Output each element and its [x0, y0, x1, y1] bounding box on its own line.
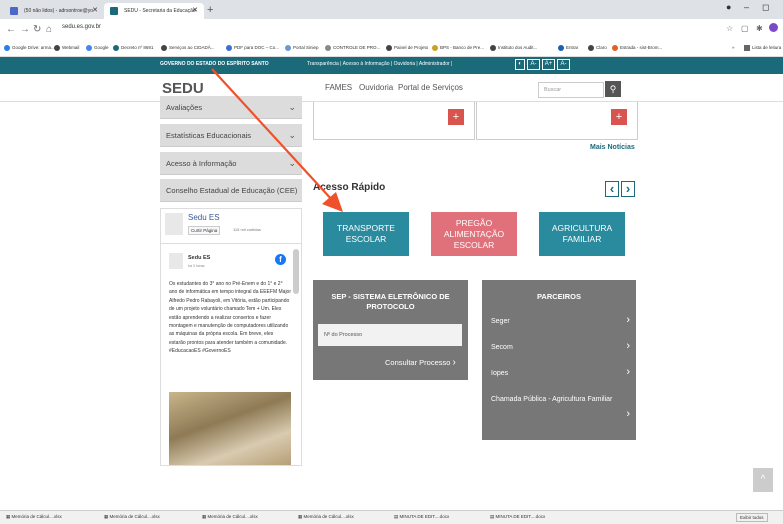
downloads-bar: ▦ Memória de Cálcul....xlsx ▦ Memória de…: [0, 510, 783, 524]
annotation-arrow: [211, 68, 343, 212]
download-item[interactable]: ▦ Memória de Cálcul....xlsx: [6, 514, 62, 520]
arrow-head: [322, 192, 343, 212]
download-item[interactable]: ▤ MINUTA DE EDIT....docx: [490, 514, 545, 520]
download-item[interactable]: ▦ Memória de Cálcul....xlsx: [298, 514, 354, 520]
download-item[interactable]: ▦ Memória de Cálcul....xlsx: [202, 514, 258, 520]
download-item[interactable]: ▤ MINUTA DE EDIT....docx: [394, 514, 449, 520]
download-item[interactable]: ▦ Memória de Cálcul....xlsx: [104, 514, 160, 520]
arrow-line: [211, 68, 334, 202]
show-all-downloads-button[interactable]: Exibir todos: [736, 513, 768, 522]
